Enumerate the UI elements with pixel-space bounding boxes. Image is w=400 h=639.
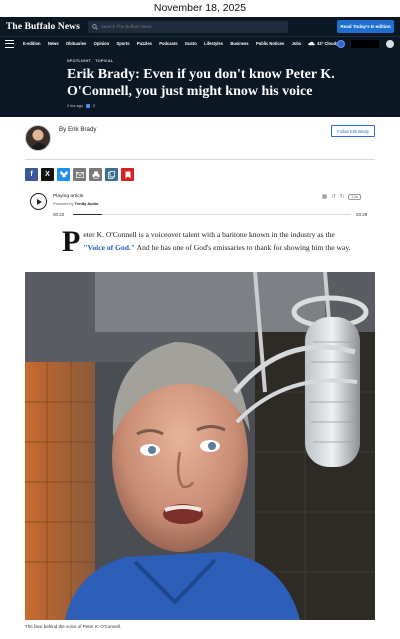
photo-caption: The face behind the voice of Peter K. O'…	[25, 624, 122, 629]
nav-item-sports[interactable]: Sports	[117, 41, 130, 46]
comment-icon[interactable]	[85, 104, 90, 108]
section-navigation: E-edition News Obituaries Opinion Sports…	[0, 36, 400, 50]
notification-icon[interactable]	[386, 40, 394, 48]
section-nav-items: E-edition News Obituaries Opinion Sports…	[23, 41, 301, 46]
bluesky-icon[interactable]	[57, 168, 70, 181]
audio-progress-fill	[73, 214, 103, 215]
kicker-spotlight[interactable]: SPOTLIGHT	[67, 58, 91, 63]
speed-button[interactable]: 1.0x	[348, 194, 362, 200]
nav-item-podcasts[interactable]: Podcasts	[159, 41, 177, 46]
date-bar: November 18, 2025	[0, 0, 400, 17]
nav-item-puzzles[interactable]: Puzzles	[137, 41, 152, 46]
author-avatar[interactable]	[25, 125, 51, 151]
comment-count[interactable]: 2	[93, 104, 95, 108]
divider	[25, 159, 375, 160]
eedition-button[interactable]: Read Today's E-edition	[337, 20, 394, 33]
copy-icon[interactable]	[105, 168, 118, 181]
site-logo[interactable]: The Buffalo News	[6, 22, 80, 32]
x-icon[interactable]: X	[41, 168, 54, 181]
bookmark-icon[interactable]	[121, 168, 134, 181]
audio-controls: ▩ ↺ ↻ 1.0x	[322, 194, 362, 200]
kicker-topical[interactable]: TOPICAL	[95, 58, 113, 63]
nav-item-lifestyles[interactable]: Lifestyles	[204, 41, 223, 46]
lede-text-before: eter K. O'Connell is a voiceover talent …	[83, 230, 335, 239]
author-bar: By Erik Brady Follow Erik Brady	[25, 125, 375, 158]
search-input[interactable]	[100, 24, 281, 29]
account-menu[interactable]	[351, 40, 379, 48]
article-photo[interactable]	[25, 272, 375, 620]
nav-item-opinion[interactable]: Opinion	[94, 41, 109, 46]
article-header: SPOTLIGHT TOPICAL Erik Brady: Even if yo…	[0, 50, 400, 117]
share-bar: f X	[25, 168, 134, 181]
drop-cap: P	[62, 225, 81, 258]
nav-item-eedition[interactable]: E-edition	[23, 41, 41, 46]
nav-item-news[interactable]: News	[48, 41, 59, 46]
email-icon[interactable]	[73, 168, 86, 181]
audio-total-time: 03:29	[356, 212, 368, 217]
audio-label: Playing article	[53, 194, 84, 199]
nav-item-jobs[interactable]: Jobs	[292, 41, 302, 46]
menu-icon[interactable]	[5, 39, 14, 48]
cloud-icon	[308, 41, 315, 46]
audio-powered-by: Powered by Trinity Audio	[53, 201, 98, 206]
photo-illustration	[25, 272, 375, 620]
play-icon[interactable]	[30, 193, 47, 210]
user-account-icon[interactable]	[337, 40, 345, 48]
print-icon[interactable]	[89, 168, 102, 181]
search-box[interactable]	[87, 20, 288, 33]
audio-player: Playing article Powered by Trinity Audio…	[25, 191, 375, 219]
rewind-icon[interactable]: ↺	[331, 194, 336, 200]
powered-by-prefix: Powered by	[53, 201, 74, 206]
follow-author-button[interactable]: Follow Erik Brady	[331, 125, 375, 137]
volume-icon[interactable]: ▩	[322, 194, 327, 200]
nav-item-business[interactable]: Business	[230, 41, 248, 46]
author-byline[interactable]: By Erik Brady	[59, 126, 96, 133]
audio-progress-bar[interactable]	[73, 214, 351, 215]
article-meta: 2 hrs ago 2	[67, 104, 95, 108]
forward-icon[interactable]: ↻	[340, 194, 345, 200]
weather-text: 43° Cloudy	[317, 41, 339, 46]
nav-item-public-notices[interactable]: Public Notices	[256, 41, 284, 46]
article-lede: Peter K. O'Connell is a voiceover talent…	[62, 225, 354, 258]
lede-text-after: And he has one of God's emissaries to th…	[135, 243, 351, 253]
facebook-icon[interactable]: f	[25, 168, 38, 181]
voice-of-god-link[interactable]: "Voice of God."	[83, 243, 135, 252]
powered-by-name: Trinity Audio	[74, 201, 99, 206]
weather-widget[interactable]: 43° Cloudy	[308, 41, 338, 46]
date-text: November 18, 2025	[153, 2, 247, 14]
top-navigation: The Buffalo News Read Today's E-edition	[0, 17, 400, 36]
nav-item-gusto[interactable]: Gusto	[185, 41, 197, 46]
article-headline: Erik Brady: Even if you don't know Peter…	[67, 67, 335, 99]
time-ago: 2 hrs ago	[67, 104, 83, 108]
kicker-tags: SPOTLIGHT TOPICAL	[67, 58, 113, 63]
nav-item-obituaries[interactable]: Obituaries	[66, 41, 86, 46]
search-icon	[92, 23, 98, 30]
audio-current-time: 00:22	[53, 212, 65, 217]
